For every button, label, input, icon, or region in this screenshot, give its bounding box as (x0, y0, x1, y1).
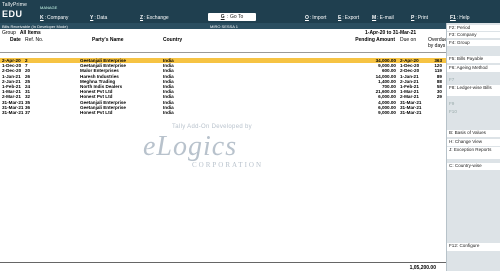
group-value: All Items (19, 30, 41, 36)
menu-label: Data (96, 15, 108, 21)
grand-total: 1,05,200.00 (409, 265, 436, 271)
menu-label: Print (417, 15, 429, 21)
menu-key: M (372, 15, 377, 21)
menu-data[interactable]: Y: Data (90, 14, 107, 22)
menu-label: Company (47, 15, 69, 21)
menu-label: Exchange (146, 15, 169, 21)
watermark-subtitle: CORPORATION (192, 161, 264, 169)
panel-button-period[interactable]: F2: Period (447, 25, 500, 31)
menu-help[interactable]: F1: Help (450, 14, 470, 22)
panel-button-country-wise[interactable]: C: Country-wise (447, 163, 500, 170)
menu-key: O (305, 15, 309, 21)
menu-label: Import (312, 15, 327, 21)
report-title-bar: Bills Receivable (In Developer Mode) MIR… (0, 23, 446, 29)
menu-exchange[interactable]: Z: Exchange (140, 14, 169, 22)
menu-label: E-mail (379, 15, 394, 21)
col-party: Party's Name (92, 37, 124, 43)
app-name: TallyPrime (2, 2, 28, 8)
panel-button-f10[interactable]: F10 (447, 109, 500, 115)
cell-party: Honest Pvt Ltd (80, 110, 113, 115)
group-filter: Group All Items (2, 30, 41, 36)
panel-button-configure[interactable]: F12: Configure (447, 243, 500, 251)
app-window: TallyPrime EDU MANAGE K: Company Y: Data Z… (0, 0, 500, 271)
menu-key: K (40, 15, 44, 21)
goto-button[interactable]: G: Go To (208, 13, 256, 21)
company-name: MIRO SESSA 1 (210, 24, 239, 29)
panel-button-ledger-wise-bills[interactable]: F8: Ledger-wise Bills (447, 85, 500, 96)
group-label: Group (2, 30, 16, 36)
menu-export[interactable]: E: Export (338, 14, 359, 22)
panel-button-company[interactable]: F3: Company (447, 32, 500, 38)
cell-amount: 9,000.00 (378, 110, 396, 115)
cell-ref: 37 (25, 110, 31, 115)
button-panel: F2: Period F3: Company F4: Group F5: Bills … (446, 23, 500, 271)
col-date: Date (10, 37, 21, 43)
menu-key: G (220, 14, 225, 20)
menu-key: E (338, 15, 342, 21)
total-divider (0, 262, 446, 263)
panel-button-basis-of-values[interactable]: B: Basis of Values (447, 130, 500, 137)
panel-button-f9[interactable]: F9 (447, 101, 500, 107)
period-range: 1-Apr-20 to 31-Mar-21 (365, 30, 417, 36)
menu-print[interactable]: P: Print (411, 14, 428, 22)
menu-company[interactable]: K: Company (40, 14, 68, 22)
panel-button-bills-payable[interactable]: F5: Bills Payable (447, 56, 500, 63)
menu-label: Help (459, 15, 470, 21)
menu-label: Go To (230, 14, 244, 20)
menu-key: F1 (450, 15, 456, 21)
col-ref: Ref. No. (25, 37, 44, 43)
watermark-caption: Tally Add-On Developed by (172, 124, 252, 130)
panel-button-group[interactable]: F4: Group (447, 40, 500, 46)
menu-key: Z (140, 15, 144, 21)
top-bar: TallyPrime EDU MANAGE K: Company Y: Data Z… (0, 0, 500, 23)
col-amount: Pending Amount (355, 37, 395, 43)
menu-key: P (411, 15, 415, 21)
cell-due: 31-Mar-21 (400, 110, 422, 115)
menu-label: Export (344, 15, 360, 21)
col-overdue: Overdue by days (428, 37, 448, 49)
header-divider (0, 52, 446, 53)
menu-key: Y (90, 15, 94, 21)
cell-date: 31-Mar-21 (2, 110, 24, 115)
panel-button-change-view[interactable]: H: Change View (447, 139, 500, 146)
panel-button-f7[interactable]: F7 (447, 77, 500, 84)
brand: TallyPrime EDU (2, 2, 27, 19)
report-title: Bills Receivable (In Developer Mode) (2, 24, 68, 29)
app-edition: EDU (2, 9, 23, 19)
cell-country: India (163, 110, 174, 115)
table-row[interactable]: 31-Mar-21 37 Honest Pvt Ltd India 9,000.00 31… (0, 110, 446, 115)
manage-label: MANAGE (40, 5, 58, 10)
col-due: Due on (400, 37, 417, 43)
col-country: Country (163, 37, 183, 43)
panel-button-ageing-method[interactable]: F6: Ageing Method (447, 65, 500, 72)
watermark-logo: eLogics (143, 131, 238, 162)
menu-import[interactable]: O: Import (305, 14, 326, 22)
panel-button-exception-reports[interactable]: J: Exception Reports (447, 147, 500, 159)
menu-email[interactable]: M: E-mail (372, 14, 394, 22)
